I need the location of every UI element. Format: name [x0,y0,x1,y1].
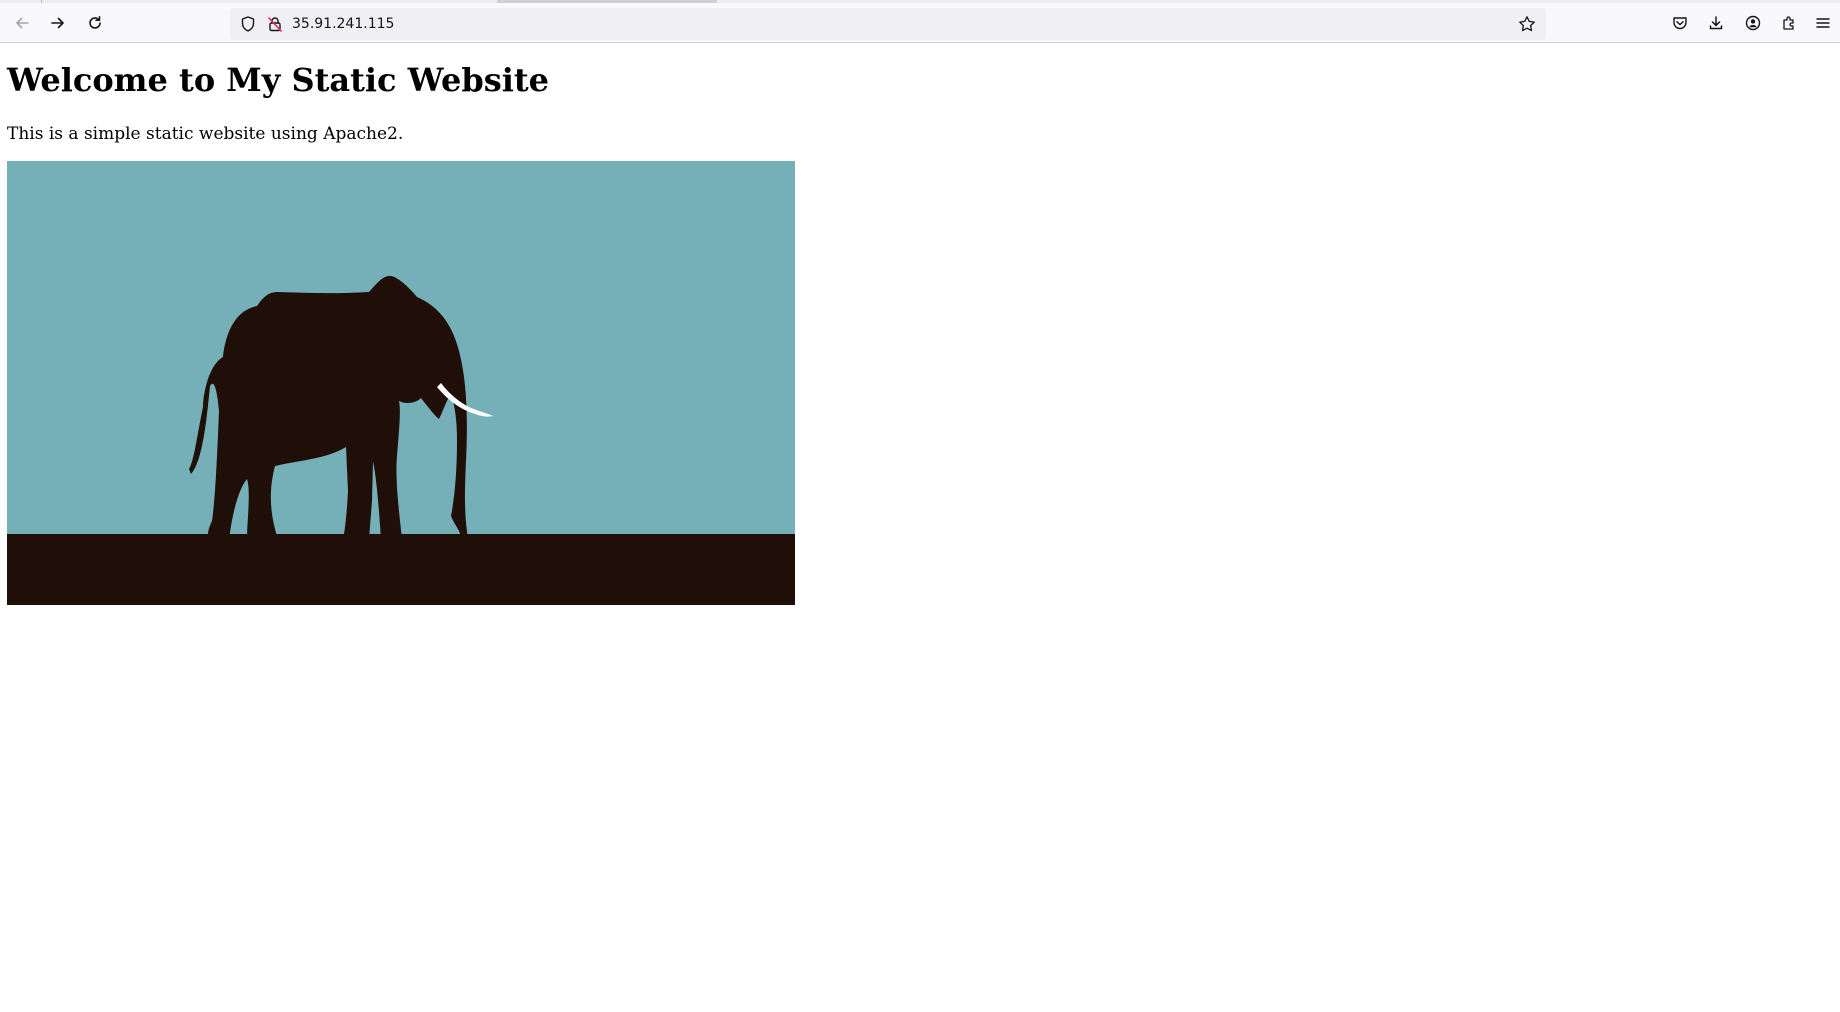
page-heading: Welcome to My Static Website [7,61,550,99]
forward-arrow-icon [50,15,66,31]
browser-window: 35.91.241.115 Welcome to My Static Websi… [0,0,1840,1012]
hamburger-menu-icon [1815,15,1831,31]
star-icon[interactable] [1516,13,1538,35]
account-button[interactable] [1739,9,1767,37]
forward-button[interactable] [44,9,72,37]
page-paragraph: This is a simple static website using Ap… [7,124,404,144]
reload-icon [87,15,103,31]
back-arrow-icon [14,15,30,31]
ground [7,534,795,605]
downloads-button[interactable] [1702,9,1730,37]
page-content: Welcome to My Static Website This is a s… [0,44,1840,1012]
pocket-button[interactable] [1666,9,1694,37]
menu-button[interactable] [1809,9,1837,37]
insecure-lock-icon[interactable] [266,15,284,33]
extensions-button[interactable] [1775,9,1803,37]
shield-icon[interactable] [239,15,257,33]
address-bar[interactable]: 35.91.241.115 [230,8,1546,40]
extensions-icon [1781,15,1797,31]
elephant-image [7,161,795,605]
navigation-toolbar: 35.91.241.115 [0,3,1840,43]
download-icon [1708,15,1724,31]
account-icon [1745,15,1761,31]
reload-button[interactable] [81,9,109,37]
url-text[interactable]: 35.91.241.115 [292,8,394,40]
pocket-icon [1672,15,1688,31]
back-button[interactable] [8,9,36,37]
